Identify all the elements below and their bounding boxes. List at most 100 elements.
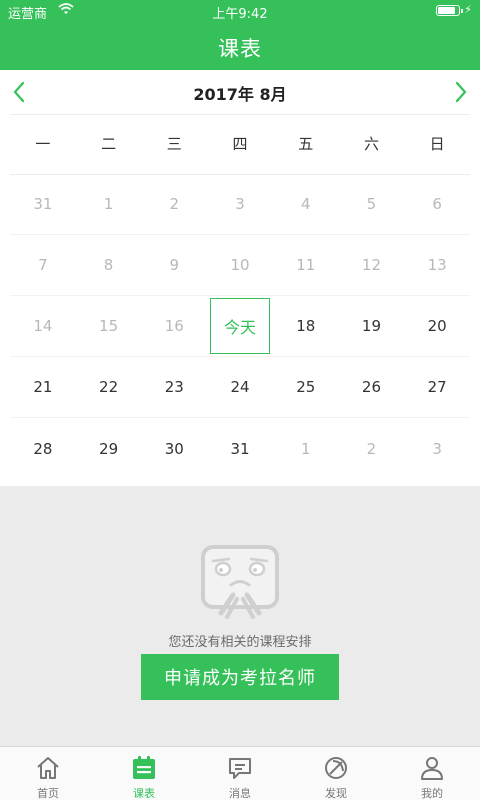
day-label: 16: [164, 317, 184, 335]
tab-messages[interactable]: 消息: [192, 747, 288, 800]
day-label: 26: [361, 378, 381, 396]
chevron-right-icon: [455, 81, 467, 103]
day-cell[interactable]: 20: [404, 296, 470, 356]
day-label: 12: [361, 256, 381, 274]
day-label: 1: [103, 195, 114, 213]
day-label: 27: [427, 378, 447, 396]
day-cell[interactable]: 13: [404, 235, 470, 295]
calendar: 2017年 8月 一二三四五六日 31 1 2 3 4 5 6 7 8 9 10 11 12 13 14 15…: [0, 70, 480, 486]
day-label: 3: [432, 439, 442, 458]
day-label: 5: [366, 195, 377, 213]
day-cell[interactable]: 12: [339, 235, 405, 295]
day-label: 29: [99, 439, 119, 458]
day-cell[interactable]: 16: [141, 296, 207, 356]
tab-profile[interactable]: 我的: [384, 747, 480, 800]
month-label: 2017年 8月: [193, 85, 287, 104]
day-cell[interactable]: 2: [141, 174, 207, 234]
day-label: 13: [427, 256, 447, 274]
month-navigator: 2017年 8月: [0, 70, 480, 114]
day-cell[interactable]: 5: [339, 174, 405, 234]
day-label: 22: [99, 378, 119, 396]
nav-bar: 课表: [0, 22, 480, 70]
day-label: 2: [366, 439, 377, 458]
day-label: 28: [33, 439, 53, 458]
today-cell[interactable]: 今天: [207, 296, 273, 356]
day-cell[interactable]: 9: [141, 235, 207, 295]
day-cell[interactable]: 26: [339, 357, 405, 417]
weekday-label: 五: [298, 135, 314, 153]
day-cell[interactable]: 31: [207, 418, 273, 479]
calendar-grid: 31 1 2 3 4 5 6 7 8 9 10 11 12 13 14 15 16 今天 18 19 20 21 22 23 2…: [10, 174, 470, 479]
empty-state: 您还没有相关的课程安排 申请成为考拉名师: [0, 486, 480, 746]
day-label: 6: [432, 195, 442, 213]
day-label: 14: [33, 317, 53, 335]
day-label: 31: [230, 439, 250, 458]
day-label: 2: [169, 195, 180, 213]
tab-label: 消息: [229, 787, 251, 800]
page-title: 课表: [218, 37, 262, 61]
day-cell[interactable]: 1: [76, 174, 142, 234]
day-cell[interactable]: 2: [339, 418, 405, 479]
tab-label: 我的: [421, 787, 443, 800]
home-icon: [37, 757, 59, 779]
day-cell[interactable]: 19: [339, 296, 405, 356]
day-label: 30: [164, 439, 184, 458]
weekday-label: 二: [101, 135, 117, 153]
day-cell[interactable]: 6: [404, 174, 470, 234]
day-cell[interactable]: 28: [10, 418, 76, 479]
tab-schedule[interactable]: 课表: [96, 747, 192, 800]
weekday-label: 日: [429, 135, 445, 153]
day-cell[interactable]: 25: [273, 357, 339, 417]
tab-label: 课表: [133, 787, 155, 800]
status-bar: 运营商 上午9:42 ⚡: [0, 0, 480, 22]
calendar-week-row: 14 15 16 今天 18 19 20: [10, 296, 470, 357]
tab-label: 首页: [37, 787, 59, 800]
day-label: 7: [38, 256, 48, 274]
apply-teacher-button[interactable]: 申请成为考拉名师: [141, 654, 339, 700]
day-cell[interactable]: 22: [76, 357, 142, 417]
day-cell[interactable]: 11: [273, 235, 339, 295]
tab-home[interactable]: 首页: [0, 747, 96, 800]
day-cell[interactable]: 10: [207, 235, 273, 295]
weekday-label: 四: [232, 135, 248, 153]
empty-message: 您还没有相关的课程安排: [168, 635, 312, 650]
calendar-week-row: 21 22 23 24 25 26 27: [10, 357, 470, 418]
next-month-button[interactable]: [448, 79, 472, 105]
tab-discover[interactable]: 发现: [288, 747, 384, 800]
day-cell[interactable]: 24: [207, 357, 273, 417]
day-cell[interactable]: 3: [404, 418, 470, 479]
day-cell[interactable]: 3: [207, 174, 273, 234]
day-cell[interactable]: 4: [273, 174, 339, 234]
day-cell[interactable]: 8: [76, 235, 142, 295]
battery-icon: [436, 5, 463, 16]
day-label: 10: [230, 256, 250, 274]
day-cell[interactable]: 1: [273, 418, 339, 479]
day-cell[interactable]: 29: [76, 418, 142, 479]
day-cell[interactable]: 21: [10, 357, 76, 417]
empty-face-illustration: [201, 545, 279, 619]
calendar-week-row: 28 29 30 31 1 2 3: [10, 418, 470, 479]
day-cell[interactable]: 30: [141, 418, 207, 479]
calendar-icon: [133, 756, 155, 779]
day-cell[interactable]: 7: [10, 235, 76, 295]
day-cell[interactable]: 31: [10, 174, 76, 234]
day-label: 20: [427, 317, 447, 335]
day-cell[interactable]: 18: [273, 296, 339, 356]
day-cell[interactable]: 14: [10, 296, 76, 356]
message-icon: [229, 758, 251, 779]
day-label: 3: [235, 195, 245, 213]
discover-icon: [325, 757, 347, 779]
day-cell[interactable]: 15: [76, 296, 142, 356]
day-cell[interactable]: 23: [141, 357, 207, 417]
day-cell[interactable]: 27: [404, 357, 470, 417]
day-label: 31: [33, 195, 53, 213]
calendar-week-row: 31 1 2 3 4 5 6: [10, 174, 470, 235]
day-label: 11: [296, 256, 316, 274]
day-label: 9: [169, 256, 180, 274]
day-label: 25: [296, 378, 316, 396]
divider: [10, 114, 470, 115]
day-label: 15: [99, 317, 119, 335]
day-label: 8: [103, 256, 114, 274]
weekday-label: 三: [166, 135, 182, 153]
day-label: 19: [361, 317, 381, 335]
